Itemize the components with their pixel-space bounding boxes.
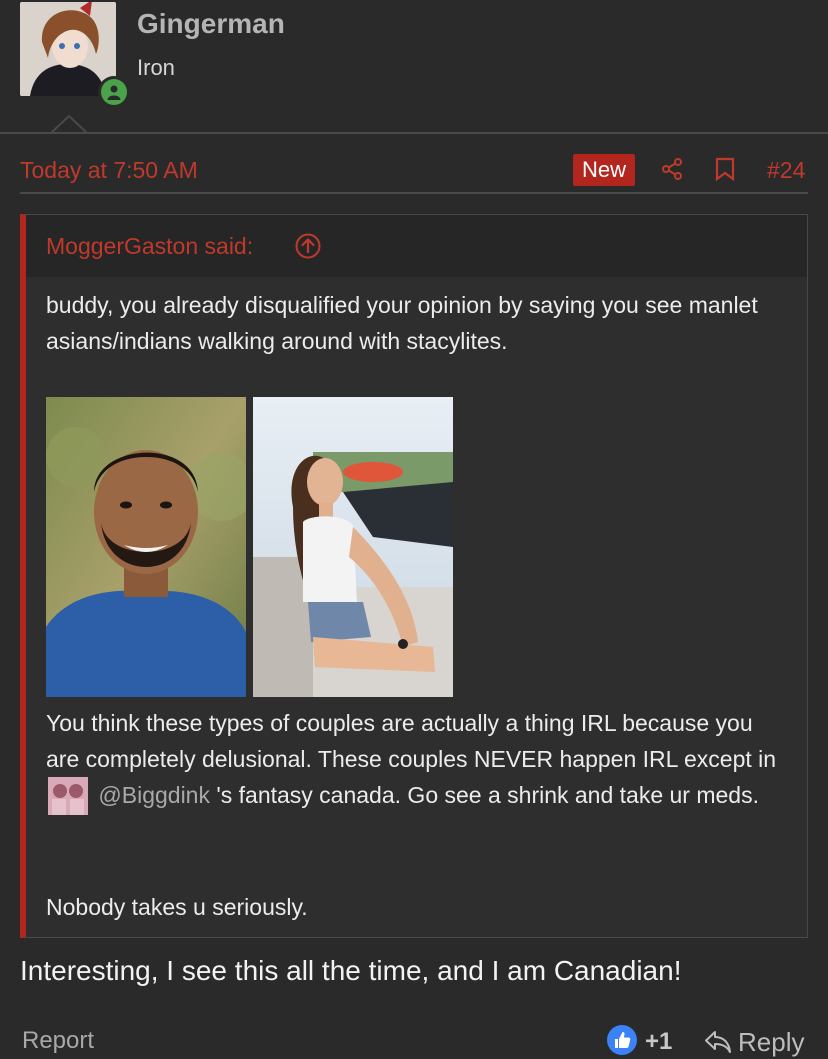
post-meta-row: Today at 7:50 AM New #24 <box>20 150 808 190</box>
report-link[interactable]: Report <box>22 1027 94 1055</box>
post-number-link[interactable]: #24 <box>767 157 805 184</box>
reply-button[interactable]: Reply <box>704 1026 804 1058</box>
post-body-text: Interesting, I see this all the time, an… <box>20 955 682 986</box>
user-avatar-wrap[interactable] <box>20 2 130 108</box>
post-timestamp-link[interactable]: Today at 7:50 AM <box>20 157 198 184</box>
header-pointer-arrow <box>51 115 87 133</box>
meta-divider <box>20 192 808 194</box>
reply-arrow-icon <box>705 1031 731 1053</box>
reply-button-label: Reply <box>738 1026 805 1057</box>
reaction-count[interactable]: +1 <box>645 1028 672 1056</box>
quote-author-link[interactable]: MoggerGaston said: <box>46 233 253 260</box>
quote-paragraph-2-end: 's fantasy canada. Go see a shrink and t… <box>216 782 759 808</box>
quote-header: MoggerGaston said: <box>26 215 807 277</box>
header-divider <box>0 132 828 134</box>
user-online-icon <box>101 79 127 105</box>
quote-block: MoggerGaston said: buddy, you already di… <box>20 214 808 938</box>
quote-paragraph-1: buddy, you already disqualified your opi… <box>46 292 758 354</box>
quoted-image-woman[interactable] <box>253 397 453 697</box>
quote-paragraph-2-start: You think these types of couples are act… <box>46 710 777 772</box>
quoted-image-man[interactable] <box>46 397 246 697</box>
share-icon[interactable] <box>660 157 684 181</box>
username[interactable]: Gingerman <box>137 8 285 40</box>
post-user-header: Gingerman Iron <box>0 0 828 132</box>
like-icon[interactable] <box>606 1024 638 1056</box>
quote-paragraph-3: Nobody takes u seriously. <box>46 894 308 920</box>
new-badge: New <box>573 154 636 186</box>
user-title: Iron <box>137 55 175 80</box>
quote-paragraph-2: You think these types of couples are act… <box>46 705 791 815</box>
mention-avatar[interactable] <box>48 777 88 815</box>
jump-to-quote-icon[interactable] <box>294 232 322 260</box>
online-status-badge <box>98 76 130 108</box>
user-mention-link[interactable]: @Biggdink <box>98 782 210 808</box>
bookmark-icon[interactable] <box>714 157 736 181</box>
